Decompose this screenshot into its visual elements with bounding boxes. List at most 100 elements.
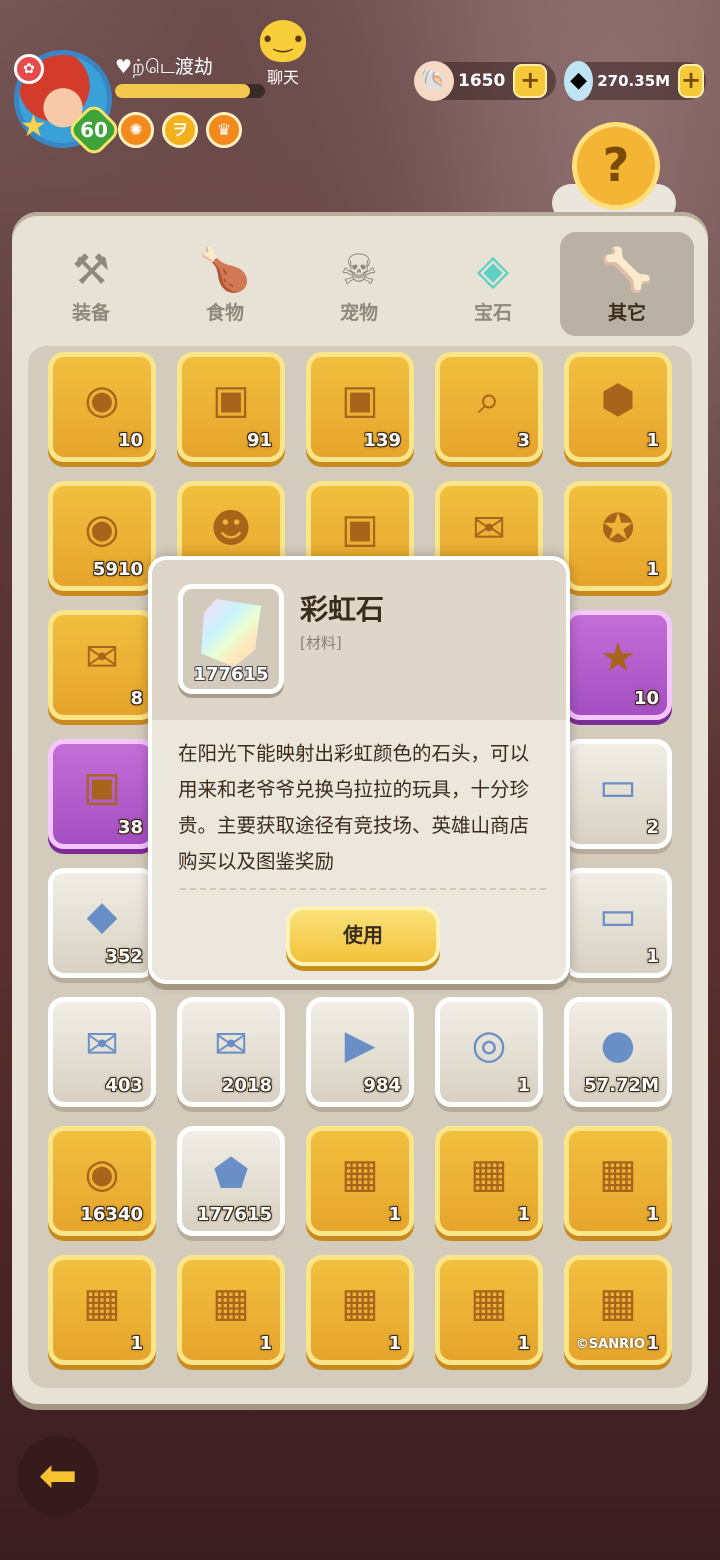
- slot-count: 2018: [221, 1075, 272, 1096]
- inventory-slot[interactable]: ▶ 984: [306, 997, 414, 1107]
- photo-icon: ▦: [212, 1280, 250, 1326]
- slot-count: 352: [105, 946, 143, 967]
- vip-badge-icon: ✿: [14, 54, 44, 84]
- power-buff-icon[interactable]: ヲ: [162, 112, 198, 148]
- chest-icon: ▣: [341, 377, 379, 423]
- inventory-slot[interactable]: ◎ 1: [435, 997, 543, 1107]
- inventory-slot[interactable]: ▭ 2: [564, 739, 672, 849]
- inventory-slot[interactable]: ⌕ 3: [435, 352, 543, 462]
- inventory-slot[interactable]: ◉ 16340: [48, 1126, 156, 1236]
- hammer-icon: ⚒: [72, 245, 110, 294]
- popup-title: 彩虹石: [300, 593, 385, 626]
- crystal-icon: ◆: [86, 893, 118, 939]
- tab-label: 其它: [607, 302, 646, 324]
- inventory-slot[interactable]: ▦ 1: [306, 1126, 414, 1236]
- ticket-icon: ✉: [472, 506, 506, 552]
- slot-count: 91: [246, 430, 272, 451]
- tab-equipment[interactable]: ⚒ 装备: [24, 232, 158, 336]
- inventory-slot[interactable]: ▣ 139: [306, 352, 414, 462]
- use-button[interactable]: 使用: [286, 906, 440, 966]
- gem-currency: ◆ 270.35M +: [564, 61, 706, 101]
- inventory-slot[interactable]: ⬢ 1: [564, 352, 672, 462]
- inventory-slot[interactable]: ✉ 403: [48, 997, 156, 1107]
- slot-count: 3: [517, 430, 530, 451]
- inventory-slot[interactable]: ★ 10: [564, 610, 672, 720]
- slot-count: 1: [646, 1333, 659, 1354]
- card-icon: ▭: [599, 764, 637, 810]
- inventory-slot[interactable]: ▦ 1: [306, 1255, 414, 1365]
- category-tabs: ⚒ 装备 🍗 食物 ☠ 宠物 ◈ 宝石 🦴 其它: [24, 232, 696, 338]
- ticket-icon: ✉: [85, 635, 119, 681]
- xp-bar-fill: [115, 84, 250, 98]
- photo-icon: ▦: [83, 1280, 121, 1326]
- slot-count: 1: [517, 1333, 530, 1354]
- shield-buff-icon[interactable]: ♛: [206, 112, 242, 148]
- inventory-slot[interactable]: ⬟ 177615: [177, 1126, 285, 1236]
- inventory-slot[interactable]: ✉ 2018: [177, 997, 285, 1107]
- inventory-slot[interactable]: ▦ 1: [435, 1126, 543, 1236]
- gem-count: 270.35M: [597, 72, 671, 90]
- slot-count: 1: [388, 1204, 401, 1225]
- slot-count: 16340: [80, 1204, 143, 1225]
- inventory-slot[interactable]: ◆ 352: [48, 868, 156, 978]
- inventory-slot[interactable]: ▦ 1: [177, 1255, 285, 1365]
- help-question-icon[interactable]: ?: [572, 122, 660, 210]
- inventory-slot[interactable]: ▭ 1: [564, 868, 672, 978]
- chat-button[interactable]: •‿• 聊天: [240, 20, 326, 90]
- tab-label: 宠物: [339, 302, 378, 324]
- slot-count: 1: [517, 1204, 530, 1225]
- chest-icon: ▣: [341, 506, 379, 552]
- star-icon: ★: [20, 109, 47, 144]
- tab-pet[interactable]: ☠ 宠物: [292, 232, 426, 336]
- scroll-icon: ▶: [344, 1022, 376, 1068]
- divider: [180, 888, 546, 890]
- inventory-slot[interactable]: ▦ 1: [435, 1255, 543, 1365]
- add-gems-button[interactable]: +: [678, 64, 704, 98]
- fire-buff-icon[interactable]: ✺: [118, 112, 154, 148]
- copyright-watermark: ©SANRIO: [575, 1337, 645, 1352]
- gem-icon: ◈: [476, 245, 510, 294]
- slot-count: 403: [105, 1075, 143, 1096]
- shell-count: 1650: [458, 71, 506, 91]
- slot-count: 1: [388, 1333, 401, 1354]
- inventory-slot[interactable]: ▦ 1 ©SANRIO: [564, 1255, 672, 1365]
- inventory-slot[interactable]: ◉ 5910: [48, 481, 156, 591]
- inventory-slot[interactable]: ● 57.72M: [564, 997, 672, 1107]
- inventory-slot[interactable]: ✉ 8: [48, 610, 156, 720]
- tab-label: 食物: [205, 302, 244, 324]
- slot-count: 1: [646, 946, 659, 967]
- inventory-slot[interactable]: ◉ 10: [48, 352, 156, 462]
- shell-currency: 🐚 1650 +: [414, 61, 556, 101]
- player-name: ♥ற்டெ渡劫: [115, 56, 213, 78]
- magnifier-icon: ⌕: [477, 377, 501, 423]
- slot-count: 984: [363, 1075, 401, 1096]
- coin-icon: ◉: [84, 506, 120, 552]
- gem-stone-icon: ◆: [564, 61, 594, 101]
- add-shells-button[interactable]: +: [513, 64, 548, 98]
- inventory-slot[interactable]: ▦ 1: [48, 1255, 156, 1365]
- popup-item-slot: 177615: [178, 584, 284, 694]
- tab-food[interactable]: 🍗 食物: [158, 232, 292, 336]
- chest-icon: ▣: [83, 764, 121, 810]
- star-icon: ★: [600, 635, 636, 681]
- slot-count: 1: [646, 559, 659, 580]
- slot-count: 1: [259, 1333, 272, 1354]
- photo-icon: ▦: [470, 1280, 508, 1326]
- inventory-slot[interactable]: ▣ 38: [48, 739, 156, 849]
- tab-other[interactable]: 🦴 其它: [560, 232, 694, 336]
- slot-count: 139: [363, 430, 401, 451]
- photo-icon: ▦: [341, 1280, 379, 1326]
- inventory-slot[interactable]: ▣ 91: [177, 352, 285, 462]
- slot-count: 2: [646, 817, 659, 838]
- shell-icon: 🐚: [414, 61, 454, 101]
- inventory-slot[interactable]: ▦ 1: [564, 1126, 672, 1236]
- back-arrow-icon[interactable]: ⬅: [18, 1436, 98, 1516]
- rainbow-stone-icon: ⬟: [213, 1151, 249, 1197]
- inventory-slot[interactable]: ✪ 1: [564, 481, 672, 591]
- bone-icon: 🦴: [600, 245, 654, 294]
- badge-icon: ⬢: [600, 377, 636, 423]
- tab-gem[interactable]: ◈ 宝石: [426, 232, 560, 336]
- slot-count: 1: [646, 1204, 659, 1225]
- slot-count: 8: [130, 688, 143, 709]
- player-level: 60: [80, 118, 108, 142]
